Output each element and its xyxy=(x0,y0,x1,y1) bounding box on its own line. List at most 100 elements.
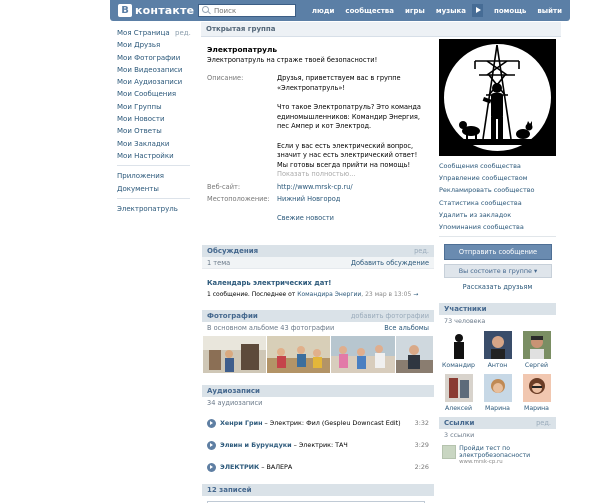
menu-my-bookmarks[interactable]: Мои Закладки xyxy=(117,138,190,150)
menu-apps[interactable]: Приложения xyxy=(117,170,190,182)
track-title: Хенри Грин – Электрик: Фил (Gespleu Down… xyxy=(220,419,415,427)
member-name[interactable]: Командир xyxy=(439,362,478,369)
add-discussion-link[interactable]: Добавить обсуждение xyxy=(351,259,429,267)
link-title[interactable]: Пройди тест по электробезопасности xyxy=(459,445,553,459)
tell-friends-link[interactable]: Рассказать друзьям xyxy=(439,283,556,291)
member-item[interactable]: Командир xyxy=(439,327,478,370)
location-link[interactable]: Нижний Новгород xyxy=(277,195,429,205)
community-stats-link[interactable]: Статистика сообщества xyxy=(439,197,556,209)
member-item[interactable]: Алексей xyxy=(439,370,478,413)
photos-title[interactable]: Фотографии xyxy=(207,312,258,320)
track-artist[interactable]: Хенри Грин xyxy=(220,419,263,427)
avatar[interactable] xyxy=(522,374,551,403)
wall-header: 12 записей xyxy=(202,484,434,496)
remove-bookmark-link[interactable]: Удалить из закладок xyxy=(439,209,556,221)
topic-title[interactable]: Календарь электрических дат! xyxy=(207,279,434,287)
nav-music[interactable]: музыка xyxy=(436,7,466,15)
advertise-community-link[interactable]: Рекламировать сообщество xyxy=(439,184,556,196)
manage-community-link[interactable]: Управление сообществом xyxy=(439,172,556,184)
nav-games[interactable]: игры xyxy=(405,7,425,15)
member-item[interactable]: Сергей xyxy=(517,327,556,370)
photo-thumbnail[interactable] xyxy=(267,336,331,373)
track-artist[interactable]: ЭЛЕКТРИК xyxy=(220,463,259,471)
admin-links: Сообщения сообщества Управление сообщест… xyxy=(439,160,556,233)
play-icon[interactable] xyxy=(207,462,216,472)
member-name[interactable]: Антон xyxy=(478,362,517,369)
link-thumbnail[interactable] xyxy=(442,445,457,460)
nav-people[interactable]: люди xyxy=(312,7,335,15)
nav-communities[interactable]: сообщества xyxy=(345,7,394,15)
member-item[interactable]: Антон xyxy=(478,327,517,370)
discussions-edit-link[interactable]: ред. xyxy=(414,247,429,255)
photo-thumbnail[interactable] xyxy=(395,336,434,373)
photos-header: Фотографии добавить фотографии xyxy=(202,310,434,322)
nav-logout[interactable]: выйти xyxy=(537,7,562,15)
location-label: Местоположение: xyxy=(207,195,270,203)
nav-help[interactable]: помощь xyxy=(494,7,526,15)
menu-my-audio[interactable]: Мои Аудиозаписи xyxy=(117,76,190,88)
menu-my-friends[interactable]: Мои Друзья xyxy=(117,39,190,51)
search-icon xyxy=(202,5,212,16)
member-name[interactable]: Марина xyxy=(517,405,556,412)
wall-block: 12 записей xyxy=(202,484,434,503)
menu-my-videos[interactable]: Мои Видеозаписи xyxy=(117,64,190,76)
photo-thumbnail[interactable] xyxy=(331,336,395,373)
menu-my-messages[interactable]: Мои Сообщения xyxy=(117,88,190,100)
play-icon[interactable] xyxy=(207,440,216,450)
photo-thumbnail[interactable] xyxy=(203,336,267,373)
track-name: – Электрик: Фил (Gespleu Downcast Edit) xyxy=(262,419,401,427)
show-more-link[interactable]: Показать полностью... xyxy=(277,170,429,180)
search-input[interactable] xyxy=(214,5,294,16)
add-photos-link[interactable]: добавить фотографии xyxy=(351,312,429,320)
avatar[interactable] xyxy=(483,374,512,403)
link-item[interactable]: Пройди тест по электробезопасности www.m… xyxy=(439,443,556,465)
play-icon[interactable] xyxy=(207,418,216,428)
membership-dropdown[interactable]: Вы состоите в группе ▾ xyxy=(444,264,552,279)
logo-mark: В xyxy=(118,4,132,17)
discussions-title[interactable]: Обсуждения xyxy=(207,247,258,255)
send-message-button[interactable]: Отправить сообщение xyxy=(444,244,552,261)
menu-documents[interactable]: Документы xyxy=(117,183,190,195)
community-messages-link[interactable]: Сообщения сообщества xyxy=(439,160,556,172)
menu-edit-link[interactable]: ред. xyxy=(175,27,191,39)
member-item[interactable]: Марина xyxy=(478,370,517,413)
links-edit-link[interactable]: ред. xyxy=(536,419,551,427)
member-name[interactable]: Сергей xyxy=(517,362,556,369)
track-artist[interactable]: Элвин и Бурундуки xyxy=(220,441,292,449)
avatar[interactable] xyxy=(522,331,551,360)
description-text: Друзья, приветствуем вас в группе «Элект… xyxy=(277,74,429,180)
member-name[interactable]: Алексей xyxy=(439,405,478,412)
topic-author-link[interactable]: Командира Энергии xyxy=(297,291,361,298)
menu-my-page[interactable]: Моя Страница ред. xyxy=(117,27,191,39)
topic-arrow-icon[interactable]: → xyxy=(413,291,418,298)
menu-my-photos[interactable]: Мои Фотографии xyxy=(117,52,190,64)
menu-my-news[interactable]: Мои Новости xyxy=(117,113,190,125)
member-item[interactable]: Марина xyxy=(517,370,556,413)
description-p1: Друзья, приветствуем вас в группе «Элект… xyxy=(277,74,401,92)
wall-title[interactable]: 12 записей xyxy=(207,486,252,494)
member-name[interactable]: Марина xyxy=(478,405,517,412)
all-albums-link[interactable]: Все альбомы xyxy=(384,324,429,332)
group-type-header: Открытая группа xyxy=(201,22,561,37)
avatar[interactable] xyxy=(483,331,512,360)
menu-my-settings[interactable]: Мои Настройки xyxy=(117,150,190,162)
avatar[interactable] xyxy=(444,374,473,403)
latest-news-link[interactable]: Свежие новости xyxy=(277,214,434,222)
photos-block: Фотографии добавить фотографии В основно… xyxy=(202,310,434,373)
website-link[interactable]: http://www.mrsk-cp.ru/ xyxy=(277,183,429,193)
links-title[interactable]: Ссылки xyxy=(444,419,474,427)
community-mentions-link[interactable]: Упоминания сообщества xyxy=(439,221,556,233)
divider xyxy=(439,236,556,238)
menu-my-answers[interactable]: Мои Ответы xyxy=(117,125,190,137)
discussions-block: Обсуждения ред. 1 тема Добавить обсужден… xyxy=(202,245,434,298)
group-avatar[interactable] xyxy=(439,39,556,156)
menu-my-groups[interactable]: Мои Группы xyxy=(117,101,190,113)
members-title[interactable]: Участники xyxy=(444,305,487,313)
search-box[interactable] xyxy=(198,4,296,17)
discussions-subheader: 1 тема Добавить обсуждение xyxy=(202,257,434,269)
menu-bookmark-electropatrol[interactable]: Электропатруль xyxy=(117,203,190,215)
music-play-icon[interactable] xyxy=(472,4,484,17)
avatar[interactable] xyxy=(444,331,473,360)
audio-title[interactable]: Аудиозаписи xyxy=(207,387,260,395)
vk-logo[interactable]: В контакте xyxy=(118,3,194,18)
